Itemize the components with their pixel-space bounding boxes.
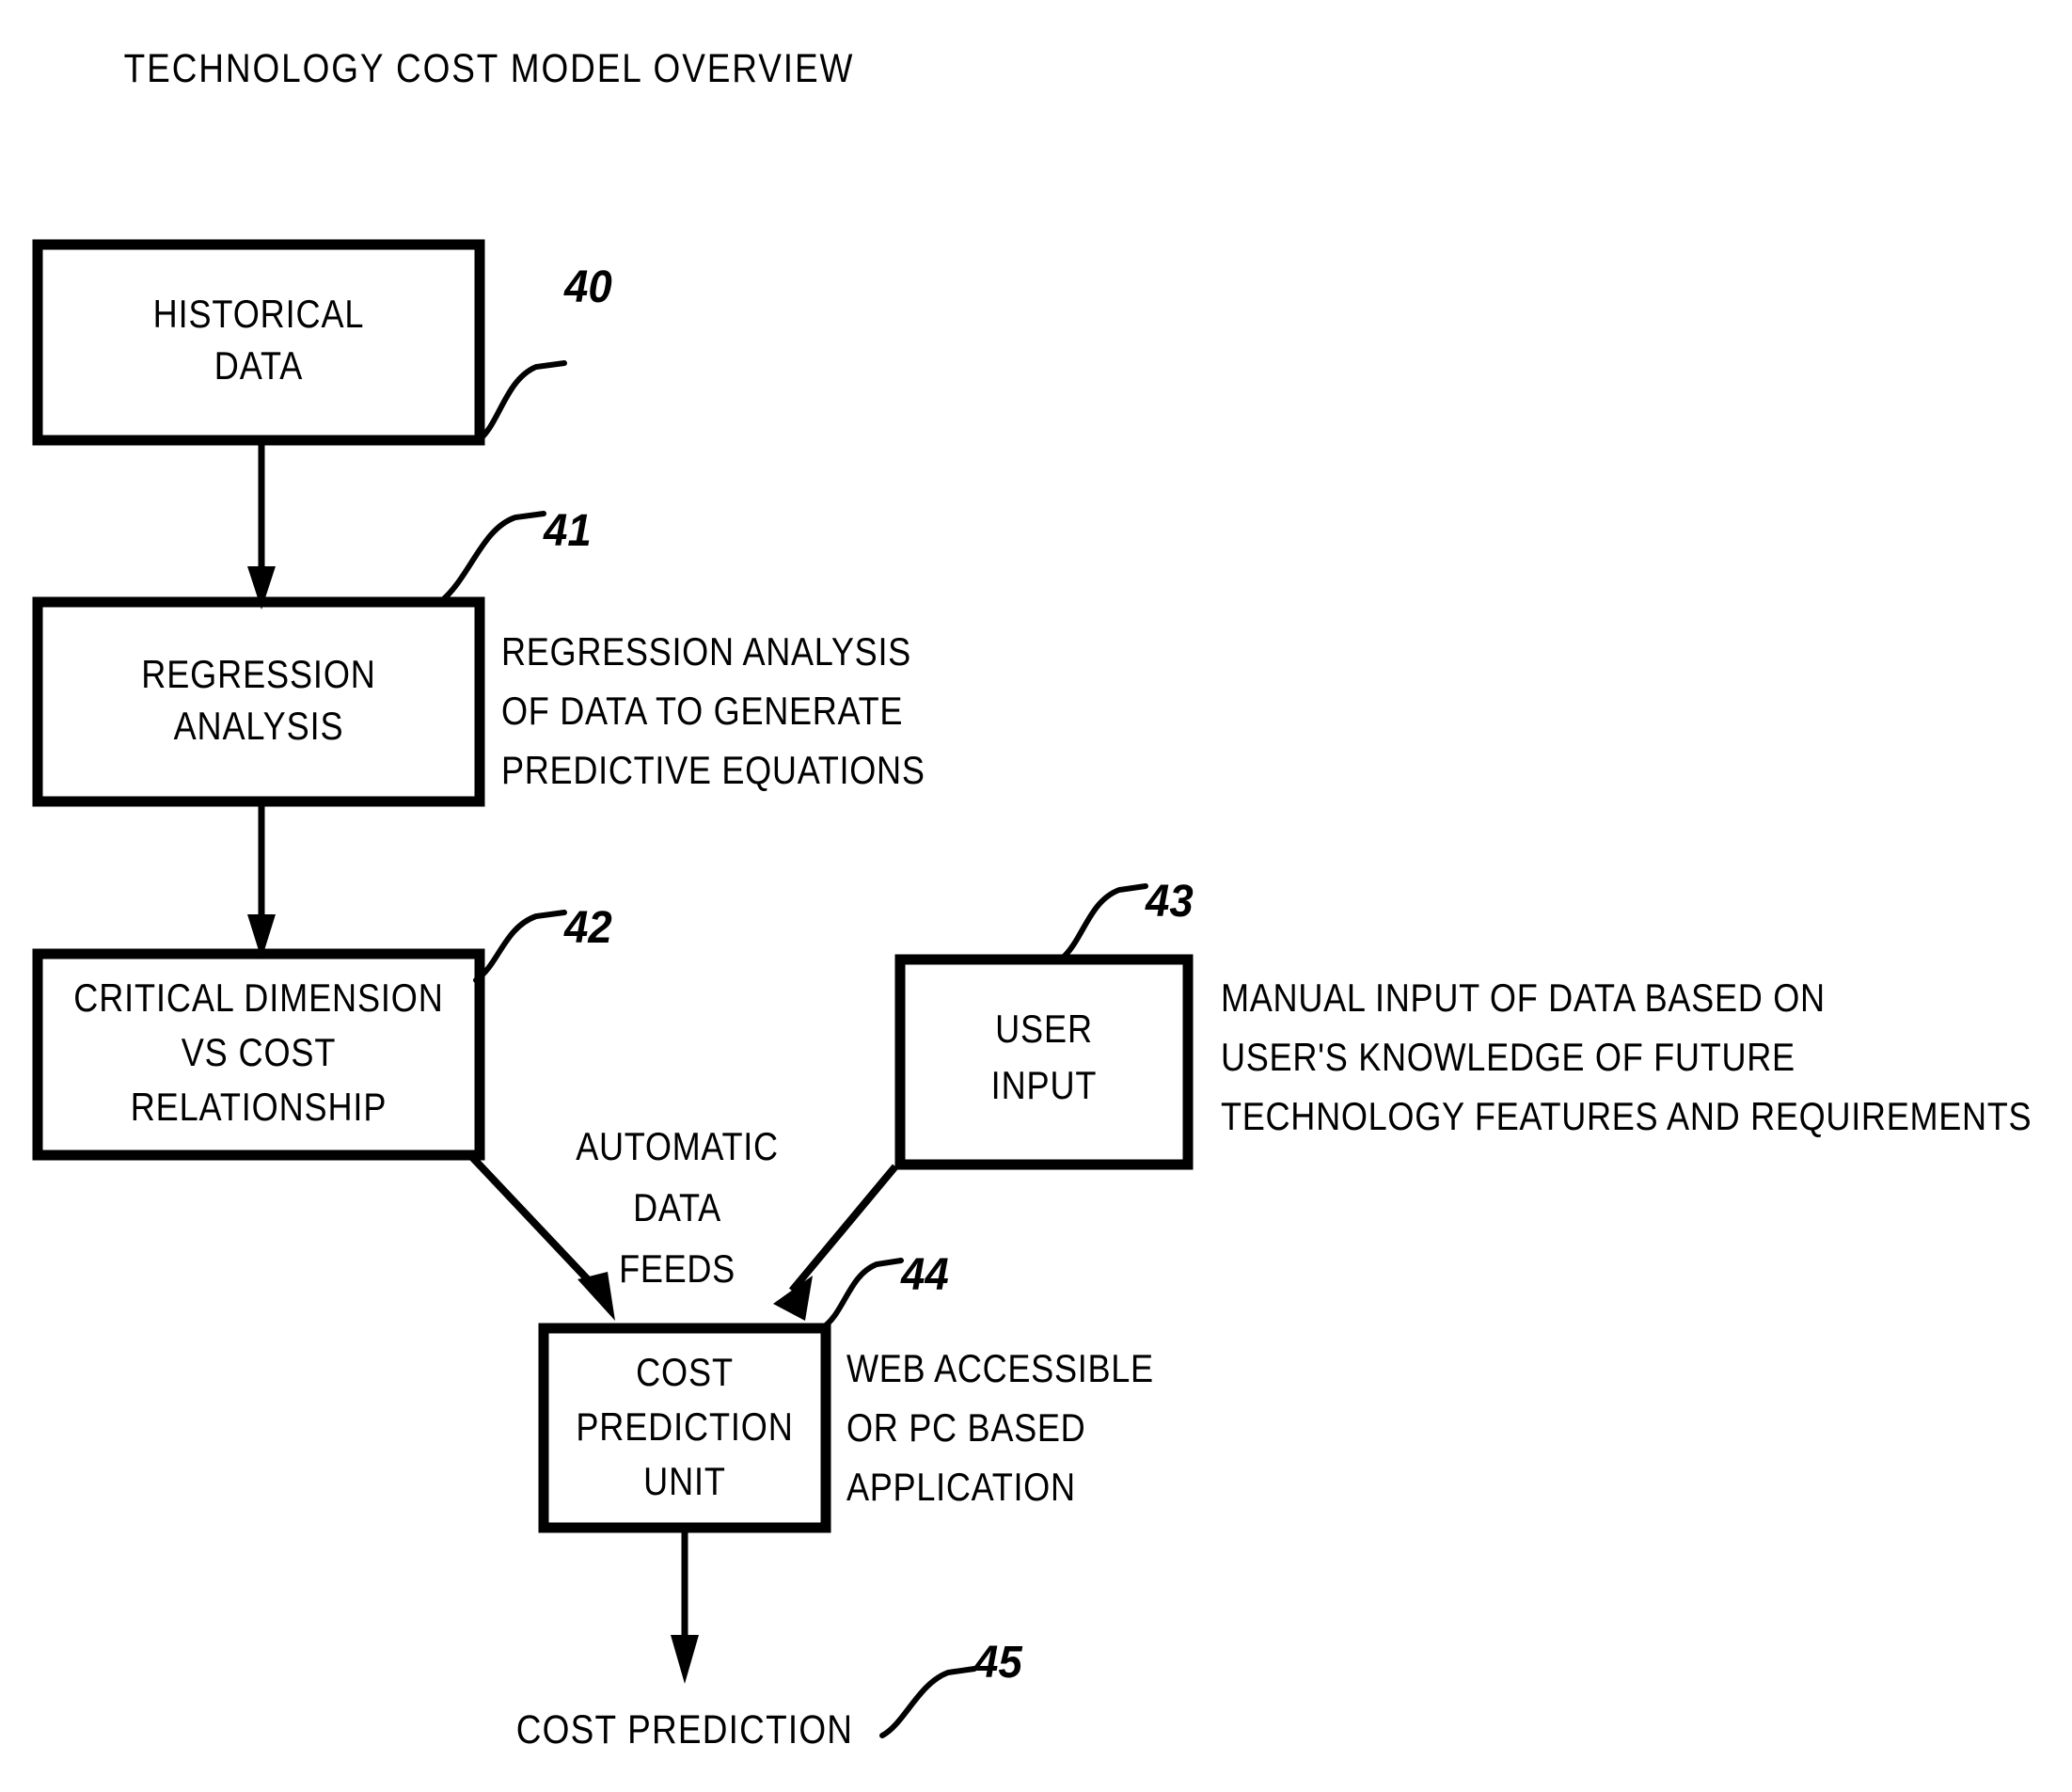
ref-number-41: 41: [544, 506, 592, 556]
box-user-input: [894, 954, 1194, 1170]
patent-figure-canvas: TECHNOLOGY COST MODEL OVERVIEW HISTORICA…: [0, 0, 2072, 1792]
annotation-cost-prediction-unit-line2: OR PC BASED: [846, 1405, 1086, 1450]
box-label-cost-prediction-unit-line1: COST: [636, 1350, 734, 1394]
flow-note-line2: DATA: [633, 1185, 721, 1229]
box-label-critical-dimension-line3: RELATIONSHIP: [130, 1085, 388, 1129]
arrow-historical-to-regression: [247, 440, 276, 610]
annotation-user-input-line1: MANUAL INPUT OF DATA BASED ON: [1221, 975, 1826, 1020]
annotation-user-input-line2: USER'S KNOWLEDGE OF FUTURE: [1221, 1035, 1795, 1079]
annotation-regression-line3: PREDICTIVE EQUATIONS: [501, 748, 925, 792]
flow-note-line1: AUTOMATIC: [576, 1124, 779, 1168]
box-label-regression-analysis-line1: REGRESSION: [141, 652, 376, 696]
ref-number-43: 43: [1146, 877, 1194, 927]
ref-number-40: 40: [564, 262, 612, 312]
box-label-critical-dimension-line1: CRITICAL DIMENSION: [73, 975, 444, 1020]
output-label-cost-prediction: COST PREDICTION: [515, 1707, 854, 1752]
leader-line-43: [1060, 883, 1148, 960]
box-label-regression-analysis-line2: ANALYSIS: [173, 704, 344, 748]
leader-line-44: [819, 1258, 904, 1331]
leader-line-45: [879, 1666, 977, 1738]
box-label-historical-data-line1: HISTORICAL: [152, 292, 365, 336]
leader-line-42: [473, 910, 567, 983]
box-label-user-input-line2: INPUT: [990, 1063, 1098, 1107]
ref-number-44: 44: [901, 1250, 949, 1300]
leader-line-40: [473, 360, 567, 445]
box-historical-data: [32, 239, 485, 446]
box-label-historical-data-line2: DATA: [214, 343, 304, 388]
page-title: TECHNOLOGY COST MODEL OVERVIEW: [123, 46, 855, 91]
ref-number-45: 45: [974, 1638, 1022, 1688]
ref-number-42: 42: [564, 903, 612, 953]
annotation-cost-prediction-unit-line1: WEB ACCESSIBLE: [846, 1346, 1154, 1390]
box-label-user-input-line1: USER: [995, 1007, 1093, 1051]
box-label-critical-dimension-line2: VS COST: [181, 1030, 337, 1074]
annotation-regression-line1: REGRESSION ANALYSIS: [501, 629, 911, 674]
annotation-user-input-line3: TECHNOLOGY FEATURES AND REQUIREMENTS: [1221, 1094, 2032, 1138]
arrow-regression-to-critical-dimension: [247, 801, 276, 959]
flow-note-line3: FEEDS: [619, 1246, 735, 1291]
leader-line-41: [437, 511, 546, 605]
box-regression-analysis: [32, 596, 485, 807]
annotation-regression-line2: OF DATA TO GENERATE: [501, 689, 904, 733]
box-label-cost-prediction-unit-line3: UNIT: [643, 1459, 726, 1503]
diagram-vector-layer: [32, 239, 1194, 1738]
annotation-cost-prediction-unit-line3: APPLICATION: [846, 1465, 1076, 1509]
arrow-unit-to-output: [671, 1528, 699, 1684]
arrow-critical-dimension-to-unit: [467, 1152, 615, 1321]
box-label-cost-prediction-unit-line2: PREDICTION: [576, 1404, 794, 1449]
